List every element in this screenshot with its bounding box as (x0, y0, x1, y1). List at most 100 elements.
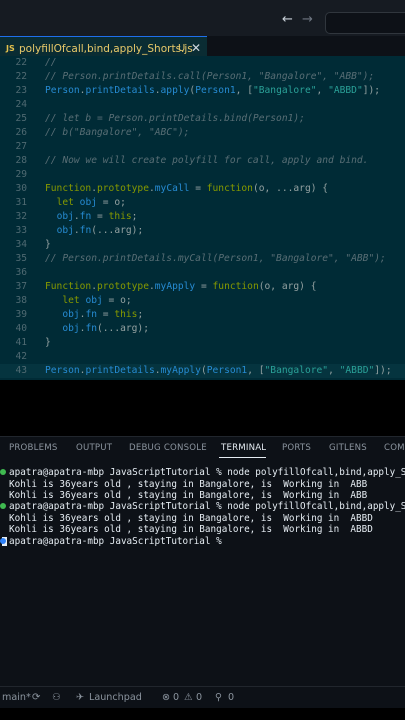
code-token: = o; (97, 197, 126, 208)
code-token: Person1 (195, 85, 236, 96)
code-token: obj (79, 197, 97, 208)
code-token: "Bangalore" (264, 365, 329, 376)
error-icon[interactable]: ⊗ (162, 692, 170, 703)
panel-tab-com[interactable]: COM (384, 443, 405, 453)
command-status-dot-icon[interactable] (0, 503, 6, 509)
code-text: let obj = o; (45, 294, 131, 308)
code-text: obj.fn = this; (45, 210, 138, 224)
ports-icon[interactable]: ⚲ (215, 692, 222, 703)
close-icon[interactable]: ✕ (191, 41, 201, 55)
panel-tab-problems[interactable]: PROBLEMS (9, 443, 58, 453)
code-line[interactable]: 34} (0, 238, 405, 252)
code-text: // b("Bangalore", "ABC"); (45, 126, 189, 140)
code-editor[interactable]: 22 // 22 // Person.printDetails.call(Person… (0, 56, 405, 380)
code-line[interactable]: 39 obj.fn = this; (0, 308, 405, 322)
code-token: = (189, 183, 207, 194)
code-line[interactable]: 24 (0, 98, 405, 112)
launchpad-label[interactable]: Launchpad (89, 692, 142, 703)
sync-icon[interactable]: ⟳ (32, 692, 40, 703)
code-token: obj (85, 295, 103, 306)
code-token: fn (85, 323, 97, 334)
code-line[interactable]: 35 // Person.printDetails.myCall(Person1,… (0, 252, 405, 266)
code-line[interactable]: 30 Function.prototype.myCall = function(o… (0, 182, 405, 196)
code-line[interactable]: 27 (0, 140, 405, 154)
line-number: 42 (15, 351, 27, 362)
code-token: myApply (160, 365, 201, 376)
code-line[interactable]: 23 Person.printDetails.apply(Person1, ["B… (0, 84, 405, 98)
code-line[interactable]: 22 // (0, 56, 405, 70)
code-token: = (91, 211, 109, 222)
code-token: } (45, 239, 51, 250)
command-status-dot-icon[interactable] (0, 469, 6, 475)
terminal-line: apatra@apatra-mbp JavaScriptTutorial % (0, 536, 405, 547)
line-number: 30 (15, 183, 27, 194)
command-search-input[interactable] (325, 12, 405, 34)
code-text: obj.fn = this; (45, 308, 143, 322)
code-token: Function (45, 281, 92, 292)
command-status-dot-icon[interactable] (0, 538, 6, 544)
line-number: 23 (15, 85, 27, 96)
terminal[interactable]: apatra@apatra-mbp JavaScriptTutorial % n… (0, 458, 405, 686)
code-line[interactable]: 33 obj.fn(...arg); (0, 224, 405, 238)
launchpad-icon[interactable]: ✈ (76, 692, 84, 703)
code-line[interactable]: 29 (0, 168, 405, 182)
back-arrow-icon[interactable]: ← (282, 12, 293, 27)
code-token: Person1 (206, 365, 248, 376)
line-number: 35 (15, 253, 27, 264)
line-number: 36 (15, 267, 27, 278)
status-bar: main* ⟳ ⚇ ✈ Launchpad ⊗ 0 ⚠ 0 ⚲ 0 (0, 686, 405, 709)
code-line[interactable]: 22 // Person.printDetails.call(Person1, "… (0, 70, 405, 84)
code-token: // Person.printDetails.call(Person1, "Ba… (45, 71, 375, 82)
code-token: "ABBD" (328, 85, 363, 96)
panel-tab-output[interactable]: OUTPUT (76, 443, 112, 453)
code-text: // Person.printDetails.call(Person1, "Ba… (45, 70, 374, 84)
panel-tab-gitlens[interactable]: GITLENS (329, 443, 367, 453)
warning-icon[interactable]: ⚠ (184, 692, 193, 703)
panel-tab-ports[interactable]: PORTS (282, 443, 311, 453)
code-token: myCall (154, 183, 190, 194)
line-number: 22 (15, 71, 27, 82)
warning-count[interactable]: 0 (196, 692, 202, 703)
bottom-edge (0, 708, 405, 720)
code-token: (o, ...arg) { (252, 183, 329, 194)
javascript-file-icon: JS (6, 44, 15, 53)
code-line[interactable]: 32 obj.fn = this; (0, 210, 405, 224)
code-line[interactable]: 37 Function.prototype.myApply = function(… (0, 280, 405, 294)
terminal-line: Kohli is 36years old , staying in Bangal… (0, 479, 405, 490)
code-text: Person.printDetails.apply(Person1, ["Ban… (45, 84, 380, 98)
forward-arrow-icon[interactable]: → (302, 12, 313, 27)
code-line[interactable]: 26 // b("Bangalore", "ABC"); (0, 126, 405, 140)
code-line[interactable]: 38 let obj = o; (0, 294, 405, 308)
code-line[interactable]: 25 // let b = Person.printDetails.bind(Pe… (0, 112, 405, 126)
code-line[interactable]: 36 (0, 266, 405, 280)
code-line[interactable]: 28 // Now we will create polyfill for cal… (0, 154, 405, 168)
code-line[interactable]: 31 let obj = o; (0, 196, 405, 210)
line-number: 40 (15, 323, 27, 334)
code-token: (...arg); (97, 323, 149, 334)
code-token: prototype (97, 281, 149, 292)
terminal-line: Kohli is 36years old , staying in Bangal… (0, 490, 405, 501)
code-token: = (195, 281, 213, 292)
code-line[interactable]: 42 (0, 350, 405, 364)
code-text: // let b = Person.printDetails.bind(Pers… (45, 112, 305, 126)
error-count[interactable]: 0 (173, 692, 179, 703)
code-token: printDetails (85, 85, 155, 96)
line-number: 28 (15, 155, 27, 166)
code-token: ]); (374, 365, 392, 376)
code-token: // b("Bangalore", "ABC"); (45, 127, 190, 138)
code-line[interactable]: 40 obj.fn(...arg); (0, 322, 405, 336)
liveshare-icon[interactable]: ⚇ (52, 692, 61, 703)
ports-count[interactable]: 0 (228, 692, 234, 703)
terminal-text: Kohli is 36years old , staying in Bangal… (9, 513, 373, 524)
code-line[interactable]: 41} (0, 336, 405, 350)
code-line[interactable]: 43 Person.printDetails.myApply(Person1, [… (0, 364, 405, 378)
code-text: } (45, 238, 51, 252)
branch-indicator[interactable]: main* (2, 692, 31, 703)
panel-tab-terminal[interactable]: TERMINAL (221, 443, 266, 453)
panel-tab-debug-console[interactable]: DEBUG CONSOLE (129, 443, 207, 453)
terminal-line: apatra@apatra-mbp JavaScriptTutorial % n… (0, 467, 405, 478)
